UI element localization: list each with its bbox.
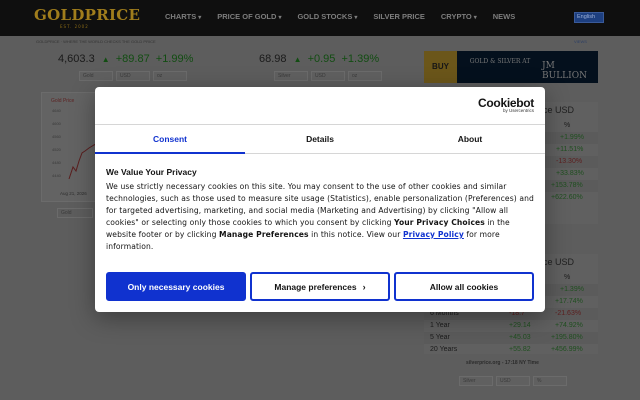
consent-title: We Value Your Privacy [106, 167, 197, 177]
currency-select[interactable]: USD [496, 376, 530, 386]
consent-description: We use strictly necessary cookies on thi… [106, 182, 534, 251]
manage-preferences-button[interactable]: Manage preferences › [250, 272, 390, 301]
mini-chart-date: Aug 21, 2026 [60, 191, 87, 196]
language-select[interactable]: English [574, 12, 604, 23]
silver-change: +0.95 [307, 53, 336, 65]
allow-all-cookies-button[interactable]: Allow all cookies [394, 272, 534, 301]
tab-details[interactable]: Details [245, 125, 395, 153]
metal-select[interactable]: Gold [79, 71, 113, 81]
table-row: 20 Years +55.82 +456.99% [430, 346, 583, 353]
up-arrow-icon: ▲ [101, 55, 110, 64]
table-row: 1 Year +29.14 +74.92% [430, 322, 583, 329]
chevron-down-icon: ▾ [198, 15, 202, 21]
ad-text: GOLD & SILVER AT [469, 58, 531, 65]
views-link[interactable]: VIEWS [574, 39, 587, 44]
silver-price: 68.98 [259, 53, 287, 65]
nav-price-of-gold[interactable]: PRICE OF GOLD ▾ [217, 12, 281, 21]
table-row: 5 Year +45.03 +195.80% [424, 332, 598, 344]
unit-select[interactable]: % [533, 376, 567, 386]
mini-chart-line [68, 142, 99, 180]
gold-ticker-selects: Gold USD oz [79, 71, 187, 81]
tab-consent[interactable]: Consent [95, 125, 245, 154]
up-arrow-icon: ▲ [293, 55, 302, 64]
site-header: GOLDPRICE EST. 2002 CHARTS ▾ PRICE OF GOL… [0, 0, 640, 36]
gold-ticker: 4,603.3 ▲ +89.87 +1.99% [58, 53, 193, 65]
gold-price: 4,603.3 [58, 53, 95, 65]
nav-charts[interactable]: CHARTS ▾ [165, 12, 201, 21]
currency-select[interactable]: USD [311, 71, 345, 81]
consent-buttons: Only necessary cookies Manage preference… [106, 272, 534, 301]
consent-tabs: Consent Details About [95, 124, 545, 154]
silver-table-selects: Silver USD % [459, 376, 567, 386]
logo-tagline: EST. 2002 [60, 24, 89, 29]
nav-gold-stocks[interactable]: GOLD STOCKS ▾ [297, 12, 357, 21]
only-necessary-cookies-button[interactable]: Only necessary cookies [106, 272, 246, 301]
main-nav: CHARTS ▾ PRICE OF GOLD ▾ GOLD STOCKS ▾ SILV… [165, 12, 515, 21]
unit-select[interactable]: oz [348, 71, 382, 81]
site-tagline: GOLDPRICE · WHERE THE WORLD CHECKS THE G… [36, 39, 156, 44]
jm-bullion-ad[interactable]: BUY GOLD & SILVER AT JM BULLION [424, 51, 598, 83]
ad-brand: JM BULLION [542, 61, 587, 81]
chevron-down-icon: ▾ [354, 15, 358, 21]
gold-mini-chart[interactable]: Gold Price 4640 4600 4560 4520 4480 4440… [41, 92, 99, 202]
chevron-down-icon: ▾ [473, 15, 477, 21]
silver-percent: +1.39% [341, 53, 380, 65]
nav-silver-price[interactable]: SILVER PRICE [373, 12, 425, 21]
cookiebot-logo: Cookiebot by Usercentrics [478, 96, 534, 113]
tab-about[interactable]: About [395, 125, 545, 153]
metal-select[interactable]: Silver [459, 376, 493, 386]
currency-select[interactable]: USD [116, 71, 150, 81]
gold-percent: +1.99% [155, 53, 194, 65]
silver-ticker: 68.98 ▲ +0.95 +1.39% [259, 53, 379, 65]
privacy-policy-link[interactable]: Privacy Policy [403, 230, 464, 239]
cookie-consent-dialog: Cookiebot by Usercentrics Consent Detail… [95, 87, 545, 312]
silver-ticker-selects: Silver USD oz [274, 71, 382, 81]
silver-table-footer: silverprice.org - 17:18 NY Time [466, 360, 539, 366]
metal-select[interactable]: Silver [274, 71, 308, 81]
chevron-right-icon: › [362, 281, 366, 292]
chevron-down-icon: ▾ [278, 15, 282, 21]
gold-change: +89.87 [115, 53, 150, 65]
unit-select[interactable]: oz [153, 71, 187, 81]
ad-buy-label: BUY [424, 51, 457, 83]
chart-metal-select[interactable]: Gold [57, 208, 93, 218]
nav-news[interactable]: NEWS [493, 12, 516, 21]
nav-crypto[interactable]: CRYPTO ▾ [441, 12, 477, 21]
site-logo[interactable]: GOLDPRICE [34, 6, 140, 24]
